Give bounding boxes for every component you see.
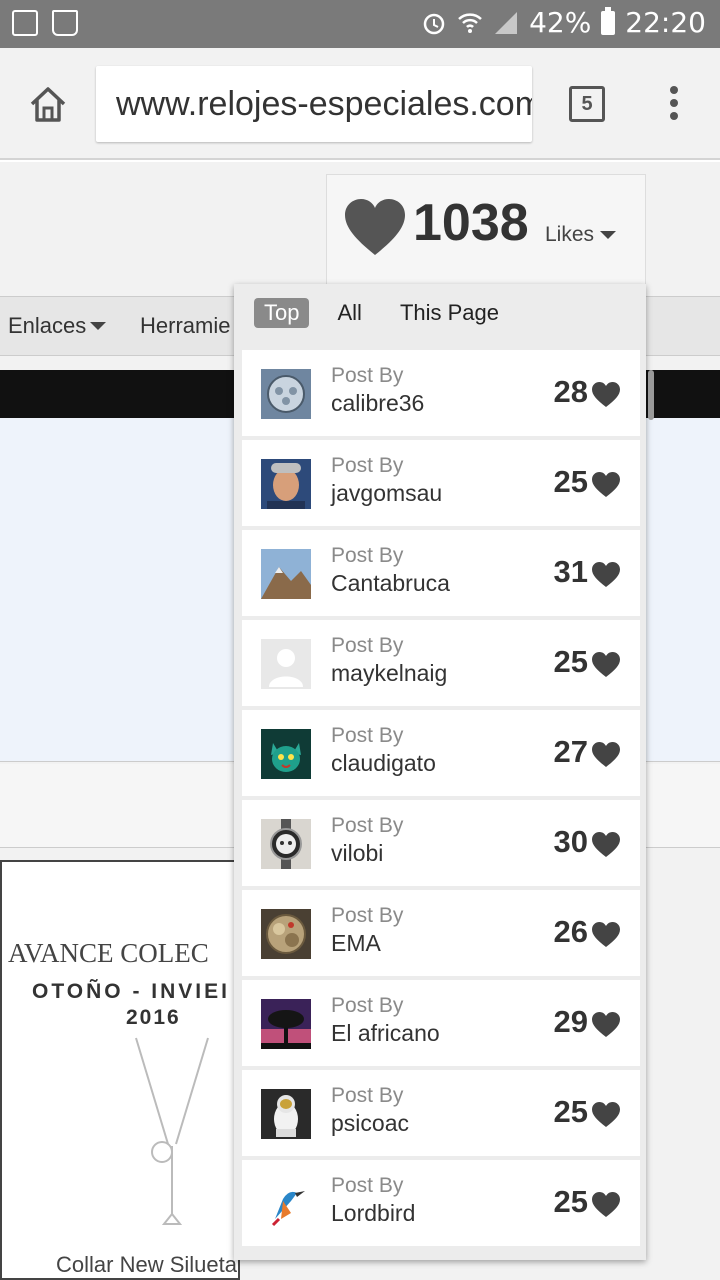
necklace-image: [135, 1037, 209, 1225]
nav-item-label: Herramie: [140, 313, 231, 338]
poster-title: AVANCE COLEC: [8, 938, 209, 968]
username-link[interactable]: vilobi: [331, 840, 383, 867]
like-count: 27: [553, 734, 588, 769]
post-by-label: Post By: [331, 454, 404, 477]
like-count: 26: [553, 914, 588, 949]
home-icon[interactable]: [26, 82, 70, 126]
like-count: 25: [553, 644, 588, 679]
signal-icon: [495, 11, 518, 34]
scrollbar[interactable]: [648, 370, 654, 420]
tabs-icon[interactable]: 5: [569, 86, 605, 122]
username-link[interactable]: javgomsau: [331, 480, 442, 507]
username-link[interactable]: Cantabruca: [331, 570, 450, 597]
likes-list-item[interactable]: Post By claudigato 27: [242, 710, 640, 796]
likes-list-item[interactable]: Post By vilobi 30: [242, 800, 640, 886]
tab-top[interactable]: Top: [254, 298, 310, 328]
heart-icon: [592, 922, 620, 947]
likes-label: Likes: [545, 223, 595, 246]
post-by-label: Post By: [331, 814, 404, 837]
avatar[interactable]: [261, 549, 311, 599]
post-by-label: Post By: [331, 544, 404, 567]
nav-item-label: Enlaces: [8, 313, 87, 338]
recycle-icon: [52, 10, 78, 36]
heart-icon: [592, 1102, 620, 1127]
likes-list-item[interactable]: Post By EMA 26: [242, 890, 640, 976]
heart-icon: [592, 742, 620, 767]
battery-percent: 42%: [529, 6, 592, 39]
poster-year: 2016: [126, 1006, 181, 1029]
likes-list-item[interactable]: Post By Lordbird 25: [242, 1160, 640, 1246]
chevron-down-icon: [90, 322, 107, 330]
avatar[interactable]: [261, 639, 311, 689]
likes-list-item[interactable]: Post By maykelnaig 25: [242, 620, 640, 706]
like-count: 30: [553, 824, 588, 859]
like-count: 25: [553, 464, 588, 499]
tab-this-page[interactable]: This Page: [390, 298, 509, 328]
chevron-down-icon: [600, 231, 617, 239]
username-link[interactable]: El africano: [331, 1020, 440, 1047]
avatar[interactable]: [261, 729, 311, 779]
heart-icon: [592, 472, 620, 497]
avatar[interactable]: [261, 1089, 311, 1139]
wifi-icon: [458, 12, 482, 33]
heart-icon: [345, 199, 405, 255]
like-count: 25: [553, 1094, 588, 1129]
clock: 22:20: [625, 6, 706, 39]
username-link[interactable]: calibre36: [331, 390, 424, 417]
likes-dropdown: Top All This Page Post By calibre36 28 Post…: [234, 284, 646, 1260]
post-by-label: Post By: [331, 634, 404, 657]
username-link[interactable]: maykelnaig: [331, 660, 447, 687]
heart-icon: [592, 1012, 620, 1037]
avatar[interactable]: [261, 459, 311, 509]
tab-count: 5: [581, 93, 593, 115]
heart-icon: [592, 382, 620, 407]
post-by-label: Post By: [331, 994, 404, 1017]
battery-icon: [601, 6, 616, 35]
like-count: 28: [553, 374, 588, 409]
nav-item-herramientas[interactable]: Herramie: [140, 313, 230, 339]
tab-all[interactable]: All: [327, 298, 371, 328]
address-bar[interactable]: [96, 66, 532, 142]
likes-list-item[interactable]: Post By Cantabruca 31: [242, 530, 640, 616]
like-count: 29: [553, 1004, 588, 1039]
poster-season: OTOÑO - INVIEI: [32, 980, 230, 1003]
likes-count: 1038: [413, 194, 529, 252]
heart-icon: [592, 562, 620, 587]
username-link[interactable]: psicoac: [331, 1110, 409, 1137]
avatar[interactable]: [261, 369, 311, 419]
browser-toolbar: 5: [0, 48, 720, 160]
alarm-icon: [423, 13, 445, 34]
likes-list-item[interactable]: Post By calibre36 28: [242, 350, 640, 436]
avatar[interactable]: [261, 819, 311, 869]
avatar[interactable]: [261, 1179, 311, 1229]
image-icon: [12, 10, 38, 36]
like-count: 31: [553, 554, 588, 589]
post-by-label: Post By: [331, 724, 404, 747]
nav-item-enlaces[interactable]: Enlaces: [8, 313, 107, 339]
likes-list-item[interactable]: Post By javgomsau 25: [242, 440, 640, 526]
post-by-label: Post By: [331, 1084, 404, 1107]
poster-caption: Collar New Silueta: [56, 1252, 237, 1277]
post-by-label: Post By: [331, 1174, 404, 1197]
username-link[interactable]: claudigato: [331, 750, 436, 777]
heart-icon: [592, 832, 620, 857]
likes-list-item[interactable]: Post By psicoac 25: [242, 1070, 640, 1156]
heart-icon: [592, 652, 620, 677]
post-by-label: Post By: [331, 364, 404, 387]
avatar[interactable]: [261, 909, 311, 959]
url-input[interactable]: [96, 66, 532, 142]
heart-icon: [592, 1192, 620, 1217]
likes-list: Post By calibre36 28 Post By javgomsau 25 Post…: [242, 350, 640, 1250]
likes-dropdown-toggle[interactable]: Likes: [545, 223, 617, 247]
overflow-menu-icon[interactable]: [662, 86, 686, 126]
avatar[interactable]: [261, 999, 311, 1049]
likes-list-item[interactable]: Post By El africano 29: [242, 980, 640, 1066]
likes-filter-tabs: Top All This Page: [254, 298, 509, 328]
username-link[interactable]: EMA: [331, 930, 381, 957]
username-link[interactable]: Lordbird: [331, 1200, 415, 1227]
collection-poster[interactable]: AVANCE COLEC OTOÑO - INVIEI 2016 Collar …: [0, 860, 240, 1280]
post-by-label: Post By: [331, 904, 404, 927]
status-bar: 42% 22:20: [0, 0, 720, 48]
like-count: 25: [553, 1184, 588, 1219]
